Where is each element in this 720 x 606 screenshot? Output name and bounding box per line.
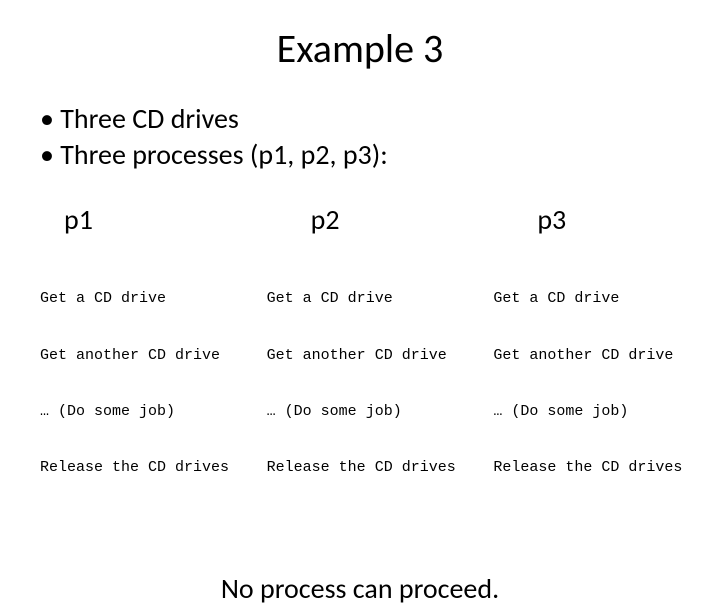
conclusion-text: No process can proceed. bbox=[32, 571, 688, 606]
process-columns: p1 Get a CD drive Get another CD drive …… bbox=[40, 202, 720, 516]
column-heading: p1 bbox=[40, 202, 267, 237]
code-block: Get a CD drive Get another CD drive … (D… bbox=[493, 253, 720, 516]
code-block: Get a CD drive Get another CD drive … (D… bbox=[267, 253, 494, 516]
column-heading: p3 bbox=[493, 202, 720, 237]
column-p3: p3 Get a CD drive Get another CD drive …… bbox=[493, 202, 720, 516]
code-block: Get a CD drive Get another CD drive … (D… bbox=[40, 253, 267, 516]
code-line: Release the CD drives bbox=[40, 459, 267, 478]
column-p2: p2 Get a CD drive Get another CD drive …… bbox=[267, 202, 494, 516]
column-heading: p2 bbox=[267, 202, 494, 237]
code-line: Get another CD drive bbox=[267, 347, 494, 366]
slide: Example 3 Three CD drives Three processe… bbox=[0, 0, 720, 540]
code-line: … (Do some job) bbox=[40, 403, 267, 422]
code-line: … (Do some job) bbox=[493, 403, 720, 422]
bullet-list: Three CD drives Three processes (p1, p2,… bbox=[40, 101, 688, 174]
code-line: Release the CD drives bbox=[267, 459, 494, 478]
code-line: Get a CD drive bbox=[267, 290, 494, 309]
code-line: Get a CD drive bbox=[493, 290, 720, 309]
code-line: … (Do some job) bbox=[267, 403, 494, 422]
code-line: Get another CD drive bbox=[40, 347, 267, 366]
code-line: Get a CD drive bbox=[40, 290, 267, 309]
column-p1: p1 Get a CD drive Get another CD drive …… bbox=[40, 202, 267, 516]
bullet-item: Three processes (p1, p2, p3): bbox=[40, 137, 688, 173]
code-line: Release the CD drives bbox=[493, 459, 720, 478]
slide-title: Example 3 bbox=[32, 24, 688, 73]
code-line: Get another CD drive bbox=[493, 347, 720, 366]
bullet-item: Three CD drives bbox=[40, 101, 688, 137]
